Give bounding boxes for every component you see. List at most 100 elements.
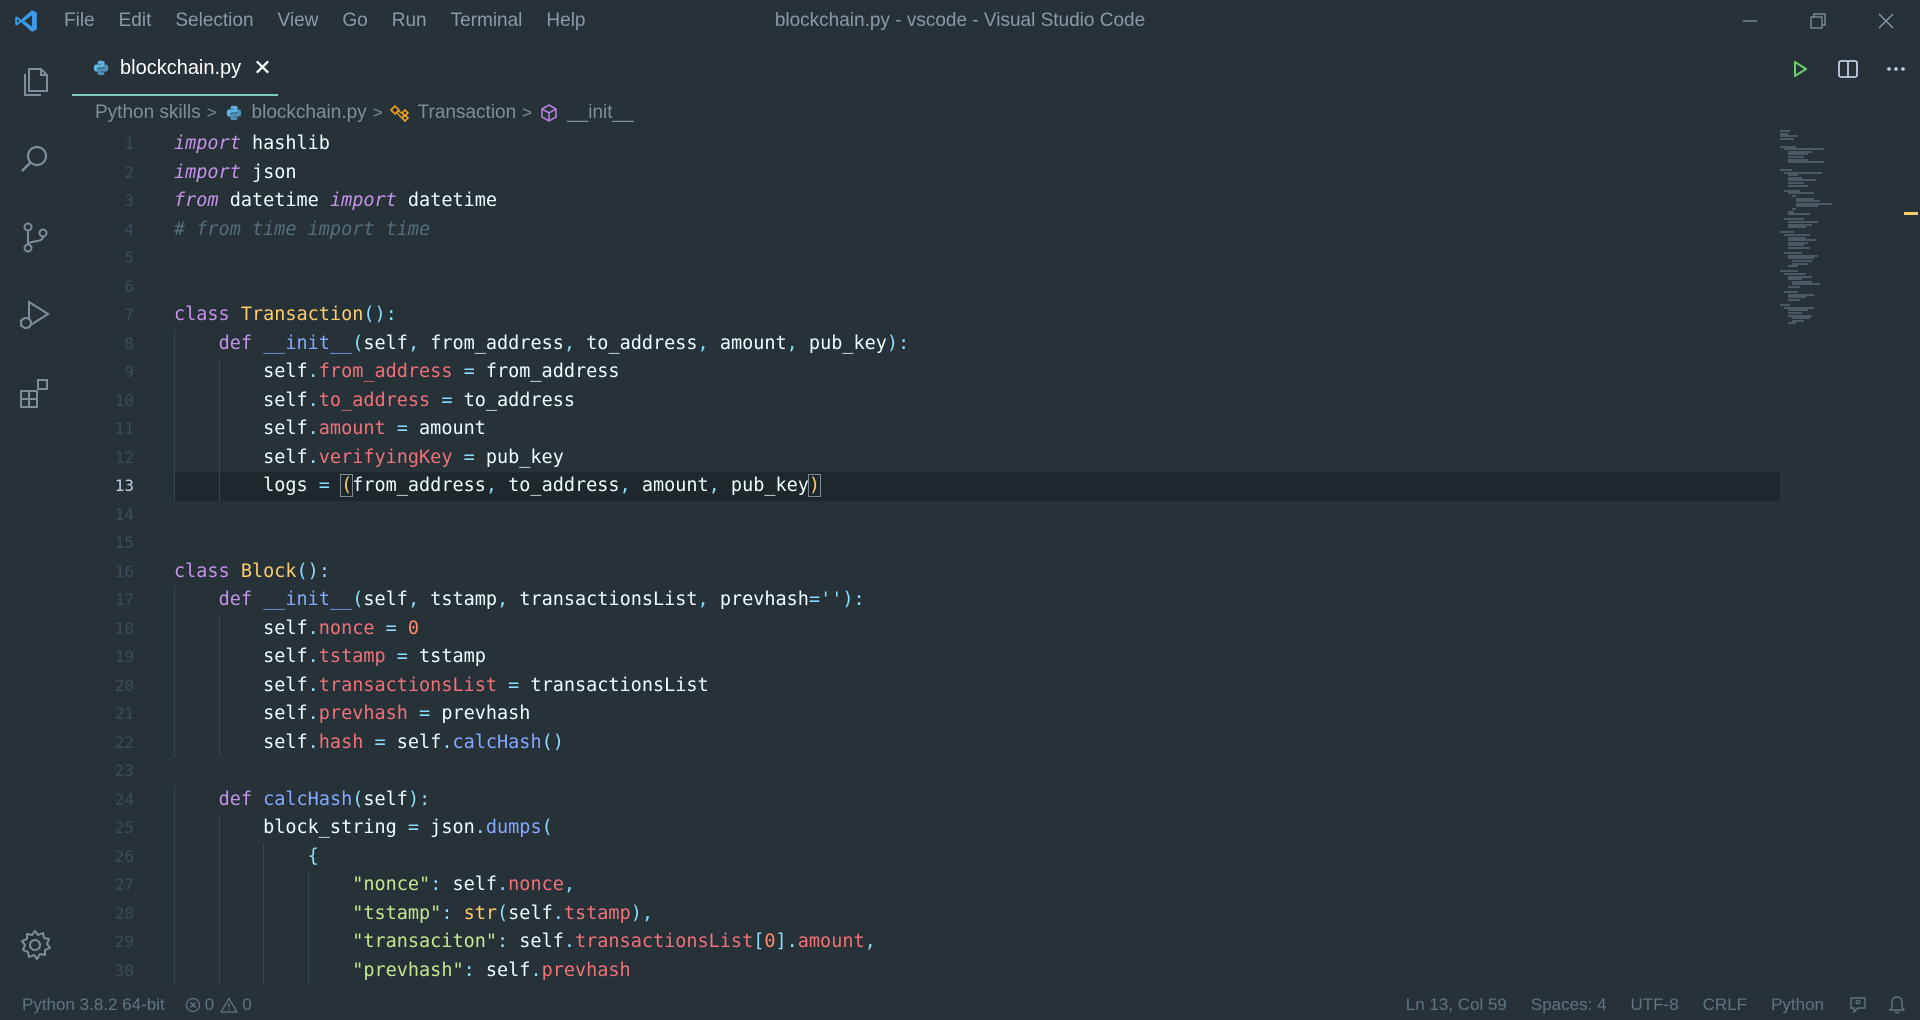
code-line: 2 import json [70,159,1780,188]
code-text: { [307,845,319,867]
breadcrumb-class-label: Transaction [417,102,517,123]
minimap-line [1788,226,1806,229]
python-file-icon [223,103,245,123]
line-number: 15 [114,533,134,552]
code-line: 7 class Transaction(): [70,301,1780,330]
menu-file[interactable]: File [52,0,107,42]
code-line: 25 block_string = json.dumps( [70,814,1780,843]
line-number: 14 [114,504,134,524]
menu-help[interactable]: Help [534,0,597,42]
code-line: 30 "prevhash": self.prevhash [70,956,1780,985]
breadcrumb-file[interactable]: blockchain.py [223,102,367,124]
menu-edit[interactable]: Edit [107,0,164,42]
line-number: 12 [114,447,134,467]
menu-terminal[interactable]: Terminal [439,0,535,42]
tab-label: blockchain.py [120,56,242,79]
source-control-icon[interactable] [0,198,70,276]
code-text: "transaciton": self.transactionsList[0].… [352,931,876,952]
code-text: "tstamp": str(self.tstamp), [352,902,653,924]
error-count: 0 [204,995,215,1014]
line-number: 13 [114,476,134,495]
line-number: 20 [114,675,134,695]
close-window-button[interactable] [1852,0,1920,42]
code-line: 15 [70,529,1780,558]
run-debug-icon[interactable] [0,276,70,354]
code-line: 12 self.verifyingKey = pub_key [70,443,1780,472]
code-line: 16 class Block(): [70,558,1780,587]
minimap-line [1788,286,1800,288]
code-text: block_string = json.dumps( [174,817,553,838]
code-line: 14 [70,501,1780,530]
chevron-right-icon: > [522,103,533,122]
breadcrumb-class[interactable]: Transaction [389,102,517,124]
line-number: 28 [114,903,134,923]
code-line: 9 self.from_address = from_address [70,358,1780,387]
line-number: 18 [114,618,134,638]
minimap[interactable] [1780,130,1900,330]
feedback-icon[interactable] [1836,990,1880,1020]
close-tab-icon[interactable]: ✕ [253,57,271,79]
language-mode[interactable]: Python [1759,990,1836,1020]
code-text: import json [174,161,297,183]
notifications-bell-icon[interactable] [1880,990,1920,1020]
scrollbar-marker [1904,212,1918,215]
code-text: self.nonce = 0 [174,617,420,639]
code-line: 1 import hashlib [70,130,1780,159]
code-line: 10 self.to_address = to_address [70,386,1780,415]
code-editor[interactable]: 1 import hashlib 2 import json 3 from datet… [70,130,1920,990]
problems-indicator[interactable]: 0 0 [175,990,262,1020]
editor-actions [1776,42,1920,96]
code-line: 8 def __init__(self, from_address, to_ad… [70,329,1780,358]
code-text: self.amount = amount [174,418,486,439]
encoding[interactable]: UTF-8 [1618,990,1690,1020]
minimap-line [1788,299,1800,301]
minimize-button[interactable] [1716,0,1784,42]
minimap-line [1788,247,1810,249]
split-editor-icon[interactable] [1824,42,1872,96]
line-number: 7 [124,305,134,324]
gear-icon[interactable] [0,906,70,984]
cursor-position[interactable]: Ln 13, Col 59 [1394,990,1519,1020]
breadcrumb-method[interactable]: __init__ [538,102,634,124]
run-python-file-icon[interactable] [1776,42,1824,96]
line-number: 19 [114,647,134,666]
line-number: 24 [114,789,134,809]
code-line: 5 [70,244,1780,273]
minimap-line [1780,137,1794,140]
menu-go[interactable]: Go [330,0,379,42]
code-line: 20 self.transactionsList = transactionsL… [70,671,1780,700]
code-text: def __init__(self, from_address, to_addr… [218,332,910,354]
warning-icon [220,997,238,1013]
vscode-logo-icon [0,0,52,42]
code-text: "nonce": self.nonce, [352,874,576,895]
code-text: "prevhash": self.prevhash [352,959,631,981]
minimap-line [1788,184,1808,187]
extensions-icon[interactable] [0,354,70,432]
code-line: 29 "transaciton": self.transactionsList[… [70,928,1780,957]
menu-run[interactable]: Run [380,0,439,42]
line-number: 5 [124,248,134,267]
code-line: 3 from datetime import datetime [70,187,1780,216]
tab-blockchain-py[interactable]: blockchain.py ✕ [72,42,278,96]
status-bar-right: Ln 13, Col 59 Spaces: 4 UTF-8 CRLF Pytho… [1394,990,1920,1020]
search-icon[interactable] [0,120,70,198]
code-text: import hashlib [174,133,330,154]
python-file-icon [93,60,109,76]
code-line: 18 self.nonce = 0 [70,614,1780,643]
code-text: class Block(): [174,560,330,582]
breadcrumb-folder[interactable]: Python skills [95,102,201,124]
breadcrumb-file-label: blockchain.py [251,102,367,123]
python-interpreter[interactable]: Python 3.8.2 64-bit [0,990,175,1020]
indentation[interactable]: Spaces: 4 [1519,990,1619,1020]
line-number: 23 [114,761,134,780]
explorer-icon[interactable] [0,42,70,120]
code-text: class Transaction(): [174,304,397,325]
line-number: 26 [114,846,134,866]
line-ending[interactable]: CRLF [1691,990,1759,1020]
code-line: 23 [70,757,1780,786]
menu-selection[interactable]: Selection [163,0,265,42]
more-actions-icon[interactable] [1872,42,1920,96]
menu-view[interactable]: View [266,0,331,42]
code-line: 22 self.hash = self.calcHash() [70,728,1780,757]
restore-button[interactable] [1784,0,1852,42]
